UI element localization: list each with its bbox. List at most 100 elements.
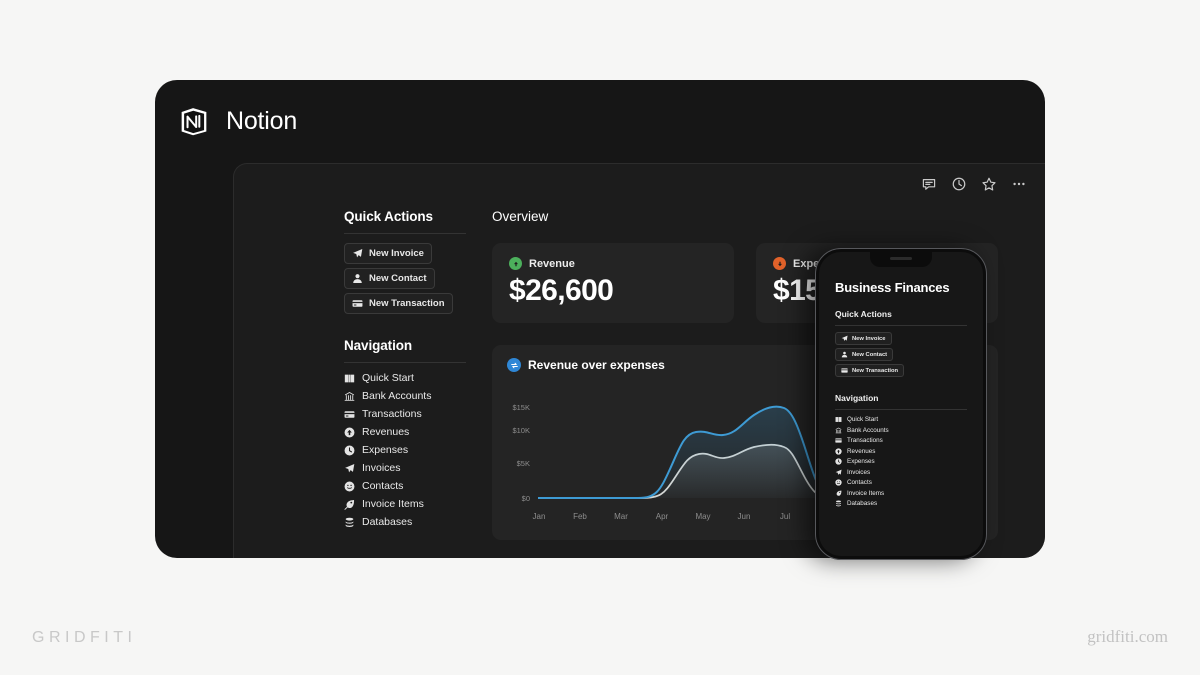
- clock-history-icon[interactable]: [951, 176, 967, 192]
- sidebar-item-revenues[interactable]: Revenues: [344, 426, 466, 438]
- paper-plane-icon: [344, 463, 355, 474]
- stat-card-revenue[interactable]: Revenue $26,600: [492, 243, 734, 323]
- phone-sidebar-item-transactions[interactable]: Transactions: [835, 437, 967, 444]
- xtick-label: Mar: [614, 512, 628, 521]
- phone-sidebar-item-databases[interactable]: Databases: [835, 500, 967, 507]
- sidebar-item-label: Databases: [362, 516, 413, 528]
- arrow-up-circle-icon: [344, 427, 355, 438]
- arrow-down-circle-icon: [773, 257, 786, 270]
- sidebar-item-label: Revenues: [362, 426, 410, 438]
- card-icon: [344, 409, 355, 420]
- phone-quick-action-new-contact[interactable]: New Contact: [835, 348, 894, 361]
- tag-icon: [344, 499, 355, 510]
- gridfiti-url: gridfiti.com: [1087, 627, 1168, 646]
- sidebar-item-invoice-items[interactable]: Invoice Items: [344, 498, 466, 510]
- comment-icon[interactable]: [921, 176, 937, 192]
- paper-plane-icon: [352, 248, 363, 259]
- phone-quick-action-label: New Transaction: [852, 367, 899, 374]
- paper-plane-icon: [841, 335, 848, 342]
- navigation-block: Navigation Quick Start Bank Accounts Tra…: [344, 338, 466, 528]
- phone-sidebar-item-quick-start[interactable]: Quick Start: [835, 416, 967, 423]
- phone-quick-actions-heading: Quick Actions: [835, 309, 892, 319]
- database-icon: [344, 517, 355, 528]
- star-icon[interactable]: [981, 176, 997, 192]
- ellipsis-icon[interactable]: [1011, 176, 1027, 192]
- ytick-label: $10K: [512, 426, 530, 435]
- smiley-circle-icon: [835, 479, 842, 486]
- sidebar-item-label: Transactions: [362, 408, 422, 420]
- phone-sidebar-item-contacts[interactable]: Contacts: [835, 479, 967, 486]
- arrow-up-circle-icon: [509, 257, 522, 270]
- navigation-list: Quick Start Bank Accounts Transactions R…: [344, 372, 466, 528]
- phone-quick-action-new-invoice[interactable]: New Invoice: [835, 332, 892, 345]
- phone-navigation-list: Quick Start Bank Accounts Transactions R…: [835, 416, 967, 507]
- phone-notch: [870, 252, 932, 267]
- quick-action-new-contact[interactable]: New Contact: [344, 268, 435, 289]
- notion-cube-icon: [175, 102, 213, 140]
- xtick-label: Feb: [573, 512, 587, 521]
- card-icon: [835, 437, 842, 444]
- phone-sidebar-item-revenues[interactable]: Revenues: [835, 448, 967, 455]
- book-icon: [835, 416, 842, 423]
- quick-actions-heading: Quick Actions: [344, 209, 433, 224]
- sidebar-item-label: Expenses: [362, 444, 409, 456]
- sidebar-item-transactions[interactable]: Transactions: [344, 408, 466, 420]
- phone-sidebar-item-expenses[interactable]: Expenses: [835, 458, 967, 465]
- divider: [344, 362, 466, 363]
- database-icon: [835, 500, 842, 507]
- bank-icon: [835, 427, 842, 434]
- sidebar-item-label: Quick Start: [362, 372, 414, 384]
- quick-action-new-invoice[interactable]: New Invoice: [344, 243, 432, 264]
- clock-circle-icon: [835, 458, 842, 465]
- quick-action-label: New Invoice: [369, 248, 424, 259]
- sidebar-item-contacts[interactable]: Contacts: [344, 480, 466, 492]
- phone-sidebar-item-label: Bank Accounts: [847, 426, 889, 434]
- sidebar-item-label: Contacts: [362, 480, 404, 492]
- phone-sidebar-item-label: Expenses: [847, 458, 875, 465]
- divider: [344, 233, 466, 234]
- quick-action-label: New Transaction: [369, 298, 445, 309]
- phone-sidebar-item-invoice-items[interactable]: Invoice Items: [835, 490, 967, 497]
- swap-arrows-icon: [507, 358, 521, 372]
- ytick-label: $15K: [512, 403, 530, 412]
- person-icon: [841, 351, 848, 358]
- sidebar-item-databases[interactable]: Databases: [344, 516, 466, 528]
- person-icon: [352, 273, 363, 284]
- phone-sidebar-item-label: Databases: [847, 500, 878, 507]
- phone-navigation-heading: Navigation: [835, 393, 879, 403]
- sidebar-item-label: Invoice Items: [362, 498, 424, 510]
- sidebar: Quick Actions New Invoice New Contact Ne…: [344, 209, 466, 528]
- arrow-up-circle-icon: [835, 447, 842, 455]
- phone-sidebar-item-label: Invoices: [847, 468, 871, 476]
- tag-icon: [835, 490, 842, 497]
- phone-sidebar-item-label: Invoice Items: [847, 489, 885, 497]
- phone-screen: Business Finances Quick Actions New Invo…: [819, 252, 983, 556]
- xtick-label: Apr: [656, 512, 669, 521]
- phone-sidebar-item-invoices[interactable]: Invoices: [835, 469, 967, 476]
- phone-quick-action-new-transaction[interactable]: New Transaction: [835, 364, 905, 377]
- quick-actions-list: New Invoice New Contact New Transaction: [344, 243, 466, 314]
- phone-sidebar-item-label: Contacts: [847, 479, 872, 486]
- paper-plane-icon: [835, 469, 842, 476]
- phone-sidebar-item-bank-accounts[interactable]: Bank Accounts: [835, 427, 967, 434]
- phone-quick-action-label: New Contact: [852, 351, 888, 358]
- xtick-label: May: [695, 512, 710, 521]
- phone-device-frame: Business Finances Quick Actions New Invo…: [815, 248, 987, 560]
- panel-toolbar: [921, 176, 1027, 192]
- divider: [835, 325, 967, 326]
- sidebar-item-expenses[interactable]: Expenses: [344, 444, 466, 456]
- phone-quick-action-label: New Invoice: [852, 335, 886, 342]
- sidebar-item-quick-start[interactable]: Quick Start: [344, 372, 466, 384]
- phone-sidebar-item-label: Revenues: [847, 447, 876, 455]
- bank-icon: [344, 391, 355, 402]
- quick-action-new-transaction[interactable]: New Transaction: [344, 293, 453, 314]
- stat-value: $26,600: [509, 274, 614, 307]
- stat-header: Revenue: [509, 257, 717, 270]
- sidebar-item-label: Invoices: [362, 462, 401, 474]
- chart-title: Revenue over expenses: [528, 358, 665, 372]
- xtick-label: Jul: [780, 512, 790, 521]
- sidebar-item-invoices[interactable]: Invoices: [344, 462, 466, 474]
- sidebar-item-bank-accounts[interactable]: Bank Accounts: [344, 390, 466, 402]
- clock-circle-icon: [344, 445, 355, 456]
- ytick-label: $5K: [517, 459, 530, 468]
